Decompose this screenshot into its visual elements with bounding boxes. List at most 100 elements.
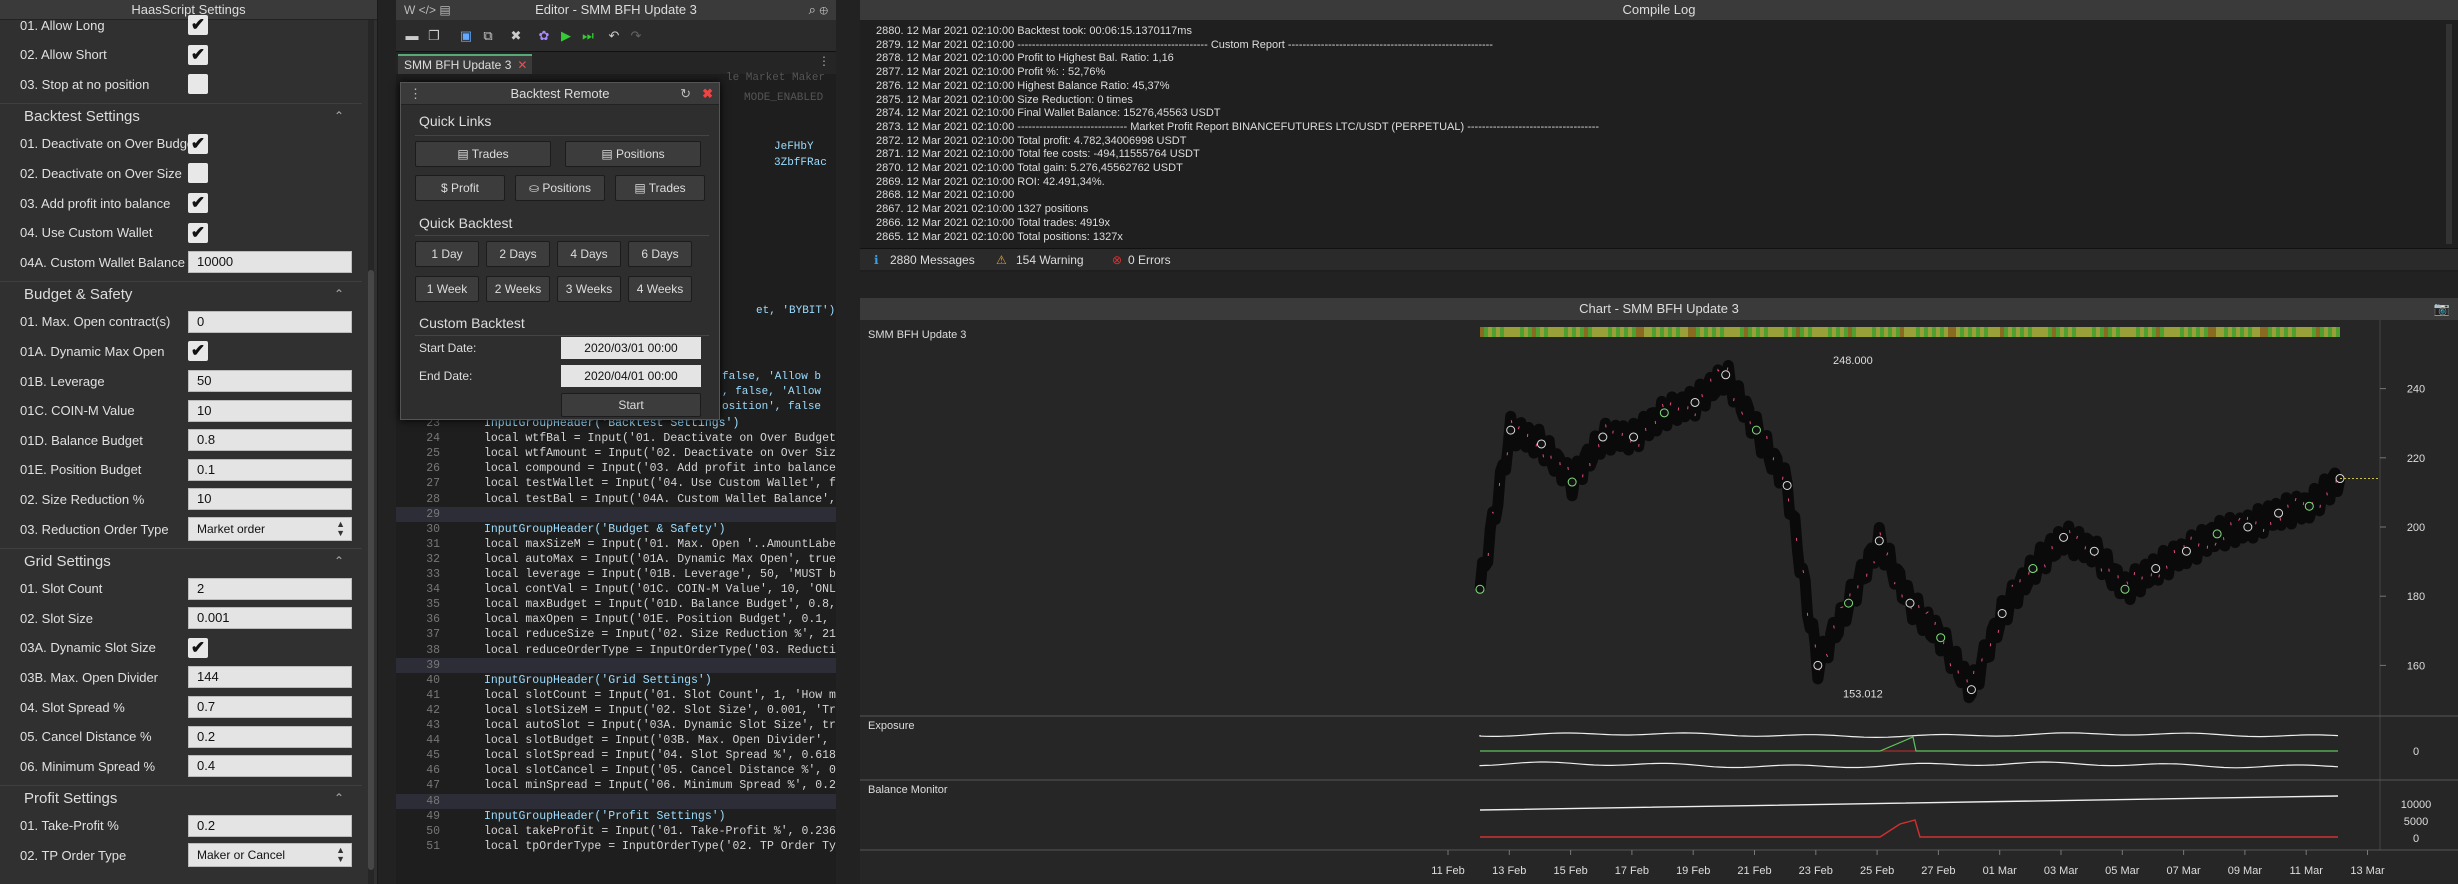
end-date-input[interactable]: 2020/04/01 00:00 — [561, 365, 701, 387]
signal-strip-cell — [1672, 327, 1676, 337]
signal-strip-cell — [1612, 327, 1616, 337]
setting-row: 02. Slot Size 0.001 — [0, 603, 362, 633]
quick-backtest-button[interactable]: 4 Days — [557, 241, 621, 267]
collapse-icon[interactable]: ⌃ — [334, 287, 344, 301]
signal-strip-cell — [1656, 327, 1660, 337]
log-title: Compile Log — [860, 0, 2458, 20]
setting-checkbox[interactable]: ✔ — [188, 637, 208, 658]
price-point — [2243, 522, 2253, 532]
messages-count[interactable]: 2880 Messages — [890, 253, 975, 267]
settings-group-header[interactable]: Profit Settings ⌃ — [0, 784, 362, 811]
redo-icon[interactable]: ↷ — [628, 28, 644, 44]
settings-group-header[interactable]: Budget & Safety ⌃ — [0, 280, 362, 307]
quick-backtest-button[interactable]: 6 Days — [628, 241, 692, 267]
setting-input[interactable]: 0.7 — [188, 696, 352, 718]
save-icon[interactable]: ▣ — [458, 28, 474, 44]
signal-strip-cell — [2304, 327, 2308, 337]
setting-input[interactable]: 0 — [188, 310, 352, 333]
setting-input[interactable]: 2 — [188, 577, 352, 600]
setting-checkbox[interactable]: ✔ — [188, 133, 208, 154]
run-icon[interactable]: ▶ — [558, 28, 574, 44]
signal-strip-cell — [1904, 327, 1908, 337]
setting-input[interactable]: 10 — [188, 399, 352, 422]
signal-strip-cell — [2280, 327, 2284, 337]
setting-input[interactable]: 10000 — [188, 251, 352, 274]
signal-strip-cell — [2312, 327, 2316, 337]
camera-icon[interactable]: 📷 — [2434, 298, 2450, 320]
setting-select[interactable]: Market order ▲ ▼ — [188, 517, 352, 541]
duplicate-icon[interactable]: ⧉ — [480, 28, 496, 44]
warnings-count[interactable]: 154 Warning — [1016, 253, 1084, 267]
signal-strip-cell — [2204, 327, 2208, 337]
close-icon[interactable]: ✕ — [517, 58, 527, 72]
setting-checkbox[interactable]: ✔ — [188, 222, 208, 243]
setting-input[interactable]: 0.4 — [188, 755, 352, 778]
setting-checkbox[interactable] — [188, 74, 208, 95]
quick-link-button[interactable]: ▤ Trades — [615, 175, 705, 201]
menu-icon[interactable]: ⋮ — [409, 83, 422, 105]
signal-strip-cell — [2080, 327, 2084, 337]
line-number: 26 — [426, 462, 440, 476]
collapse-icon[interactable]: ⌃ — [334, 791, 344, 805]
chart-canvas[interactable]: SMM BFH Update 3 Exposure Balance Monitor 2… — [860, 320, 2458, 884]
quick-backtest-button[interactable]: 2 Weeks — [486, 276, 550, 302]
signal-strip-cell — [1480, 327, 1484, 337]
error-icon[interactable]: ⊗ — [1112, 253, 1122, 267]
info-icon[interactable]: ℹ — [874, 253, 879, 267]
editor-tab[interactable]: SMM BFH Update 3 ✕ — [398, 54, 532, 74]
setting-input[interactable]: 0.2 — [188, 814, 352, 837]
code-area[interactable]: 23 InputGroupHeader('Backtest Settings') 2… — [396, 416, 836, 884]
line-number: 25 — [426, 447, 440, 461]
setting-input[interactable]: 0.001 — [188, 607, 352, 630]
signal-strip-cell — [2188, 327, 2192, 337]
quick-link-button[interactable]: ▤ Positions — [565, 141, 701, 167]
refresh-icon[interactable]: ↻ — [680, 83, 691, 105]
setting-checkbox[interactable]: ✔ — [188, 341, 208, 362]
setting-checkbox[interactable]: ✔ — [188, 193, 208, 213]
setting-input[interactable]: 0.2 — [188, 725, 352, 748]
signal-strip-cell — [1932, 327, 1936, 337]
collapse-icon[interactable]: ⌃ — [334, 554, 344, 568]
quick-link-button[interactable]: ▤ Trades — [415, 141, 551, 167]
x-tick-label: 07 Mar — [2166, 865, 2201, 877]
more-icon[interactable]: ⋮ — [818, 54, 830, 68]
copy-icon[interactable]: ❐ — [426, 28, 442, 44]
open-folder-icon[interactable]: ▬ — [404, 28, 420, 44]
settings-group-header[interactable]: Backtest Settings ⌃ — [0, 102, 362, 129]
scrollbar-thumb[interactable] — [368, 270, 374, 870]
settings-scrollbar[interactable] — [368, 20, 374, 884]
setting-input[interactable]: 0.8 — [188, 429, 352, 452]
quick-backtest-button[interactable]: 3 Weeks — [557, 276, 621, 302]
setting-select[interactable]: Maker or Cancel ▲ ▼ — [188, 843, 352, 868]
quick-link-button[interactable]: ⛀ Positions — [515, 175, 605, 201]
log-line: 2870. 12 Mar 2021 02:10:00 Total gain: 5… — [876, 162, 1183, 174]
collapse-icon[interactable]: ⌃ — [334, 109, 344, 123]
editor-view-icons[interactable]: W </> ▤ — [404, 0, 451, 20]
settings-group-header[interactable]: Grid Settings ⌃ — [0, 547, 362, 574]
warning-icon[interactable]: ⚠ — [996, 253, 1007, 267]
code-text: local testWallet = Input('04. Use Custom… — [484, 477, 836, 491]
quick-backtest-button[interactable]: 2 Days — [486, 241, 550, 267]
quick-backtest-button[interactable]: 4 Weeks — [628, 276, 692, 302]
delete-icon[interactable]: ✖ — [508, 28, 524, 44]
quick-backtest-button[interactable]: 1 Week — [415, 276, 479, 302]
undo-icon[interactable]: ↶ — [606, 28, 622, 44]
start-date-input[interactable]: 2020/03/01 00:00 — [561, 337, 701, 359]
setting-input[interactable]: 144 — [188, 666, 352, 689]
step-icon[interactable]: ⏭ — [580, 28, 596, 44]
setting-checkbox[interactable]: ✔ — [188, 44, 208, 65]
quick-link-button[interactable]: $ Profit — [415, 175, 505, 201]
setting-input[interactable]: 0.1 — [188, 458, 352, 481]
start-button[interactable]: Start — [561, 393, 701, 417]
quick-backtest-button[interactable]: 1 Day — [415, 241, 479, 267]
setting-checkbox[interactable] — [188, 163, 208, 184]
close-icon[interactable]: ✖ — [702, 83, 713, 105]
errors-count[interactable]: 0 Errors — [1128, 253, 1171, 267]
visual-editor-icon[interactable]: ✿ — [536, 28, 552, 44]
setting-input[interactable]: 10 — [188, 488, 352, 511]
setting-input[interactable]: 50 — [188, 370, 352, 392]
price-point — [1629, 432, 1639, 442]
code-text: local slotBudget = Input('03B. Max. Open… — [484, 734, 836, 748]
search-icon[interactable]: ⌕ ⊕ — [809, 0, 828, 20]
setting-checkbox[interactable]: ✔ — [188, 15, 208, 35]
